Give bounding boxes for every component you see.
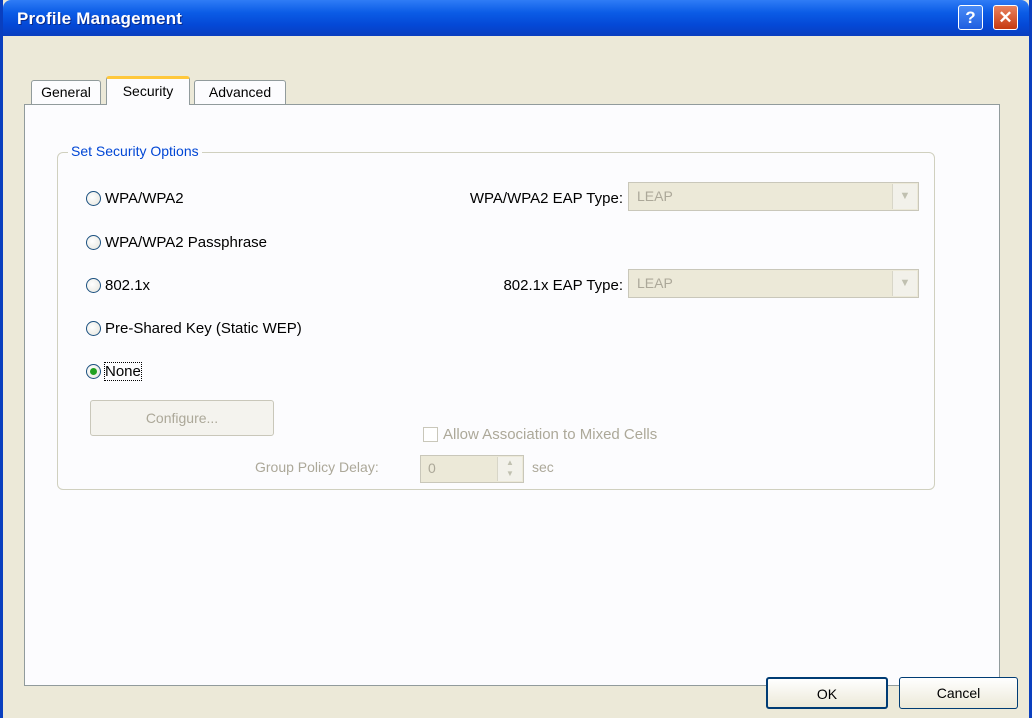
- radio-wpa-wpa2-passphrase[interactable]: WPA/WPA2 Passphrase: [86, 231, 267, 253]
- spinner-arrows-icon[interactable]: ▲ ▼: [497, 457, 522, 481]
- radio-label-none: None: [104, 361, 142, 381]
- close-icon: ✕: [998, 8, 1013, 27]
- group-policy-delay-unit: sec: [532, 459, 554, 475]
- radio-wpa-wpa2[interactable]: WPA/WPA2: [86, 187, 184, 209]
- cancel-button[interactable]: Cancel: [899, 677, 1018, 709]
- group-policy-delay-label: Group Policy Delay:: [255, 459, 379, 475]
- dot1x-eap-type-value: LEAP: [637, 275, 673, 291]
- radio-button[interactable]: [86, 277, 101, 293]
- allow-mixed-cells-checkbox[interactable]: [423, 427, 438, 442]
- group-legend: Set Security Options: [68, 143, 202, 159]
- radio-802-1x[interactable]: 802.1x: [86, 274, 150, 296]
- wpa-eap-type-select[interactable]: LEAP ▼: [628, 182, 919, 211]
- radio-none[interactable]: None: [86, 360, 142, 382]
- title-bar[interactable]: Profile Management ? ✕: [3, 0, 1029, 36]
- radio-pre-shared-key[interactable]: Pre-Shared Key (Static WEP): [86, 317, 302, 339]
- radio-button[interactable]: [86, 234, 101, 250]
- radio-button[interactable]: [86, 190, 101, 206]
- configure-button[interactable]: Configure...: [90, 400, 274, 436]
- radio-button-selected[interactable]: [86, 363, 101, 379]
- wpa-eap-type-value: LEAP: [637, 188, 673, 204]
- dot1x-eap-type-select[interactable]: LEAP ▼: [628, 269, 919, 298]
- wpa-eap-type-label: WPA/WPA2 EAP Type:: [469, 190, 623, 207]
- group-policy-delay-value: 0: [428, 460, 436, 476]
- tab-general[interactable]: General: [31, 80, 101, 104]
- radio-label-802-1x: 802.1x: [105, 276, 151, 294]
- chevron-down-icon[interactable]: ▼: [892, 271, 917, 296]
- close-button[interactable]: ✕: [993, 5, 1018, 30]
- help-icon: ?: [965, 8, 976, 27]
- tab-security[interactable]: Security: [106, 76, 190, 105]
- group-policy-delay-spinner[interactable]: 0 ▲ ▼: [420, 455, 524, 483]
- dot1x-eap-type-label: 802.1x EAP Type:: [503, 277, 623, 294]
- radio-label-pre-shared-key: Pre-Shared Key (Static WEP): [105, 319, 302, 337]
- window-title: Profile Management: [17, 9, 183, 28]
- radio-label-wpa-wpa2-passphrase: WPA/WPA2 Passphrase: [105, 233, 267, 251]
- allow-mixed-cells-checkbox-row[interactable]: Allow Association to Mixed Cells: [423, 426, 657, 443]
- allow-mixed-cells-label: Allow Association to Mixed Cells: [443, 426, 658, 443]
- radio-button[interactable]: [86, 320, 101, 336]
- radio-label-wpa-wpa2: WPA/WPA2: [105, 189, 184, 207]
- ok-button[interactable]: OK: [766, 677, 888, 709]
- chevron-down-icon[interactable]: ▼: [892, 184, 917, 209]
- help-button[interactable]: ?: [958, 5, 983, 30]
- tab-advanced[interactable]: Advanced: [194, 80, 286, 104]
